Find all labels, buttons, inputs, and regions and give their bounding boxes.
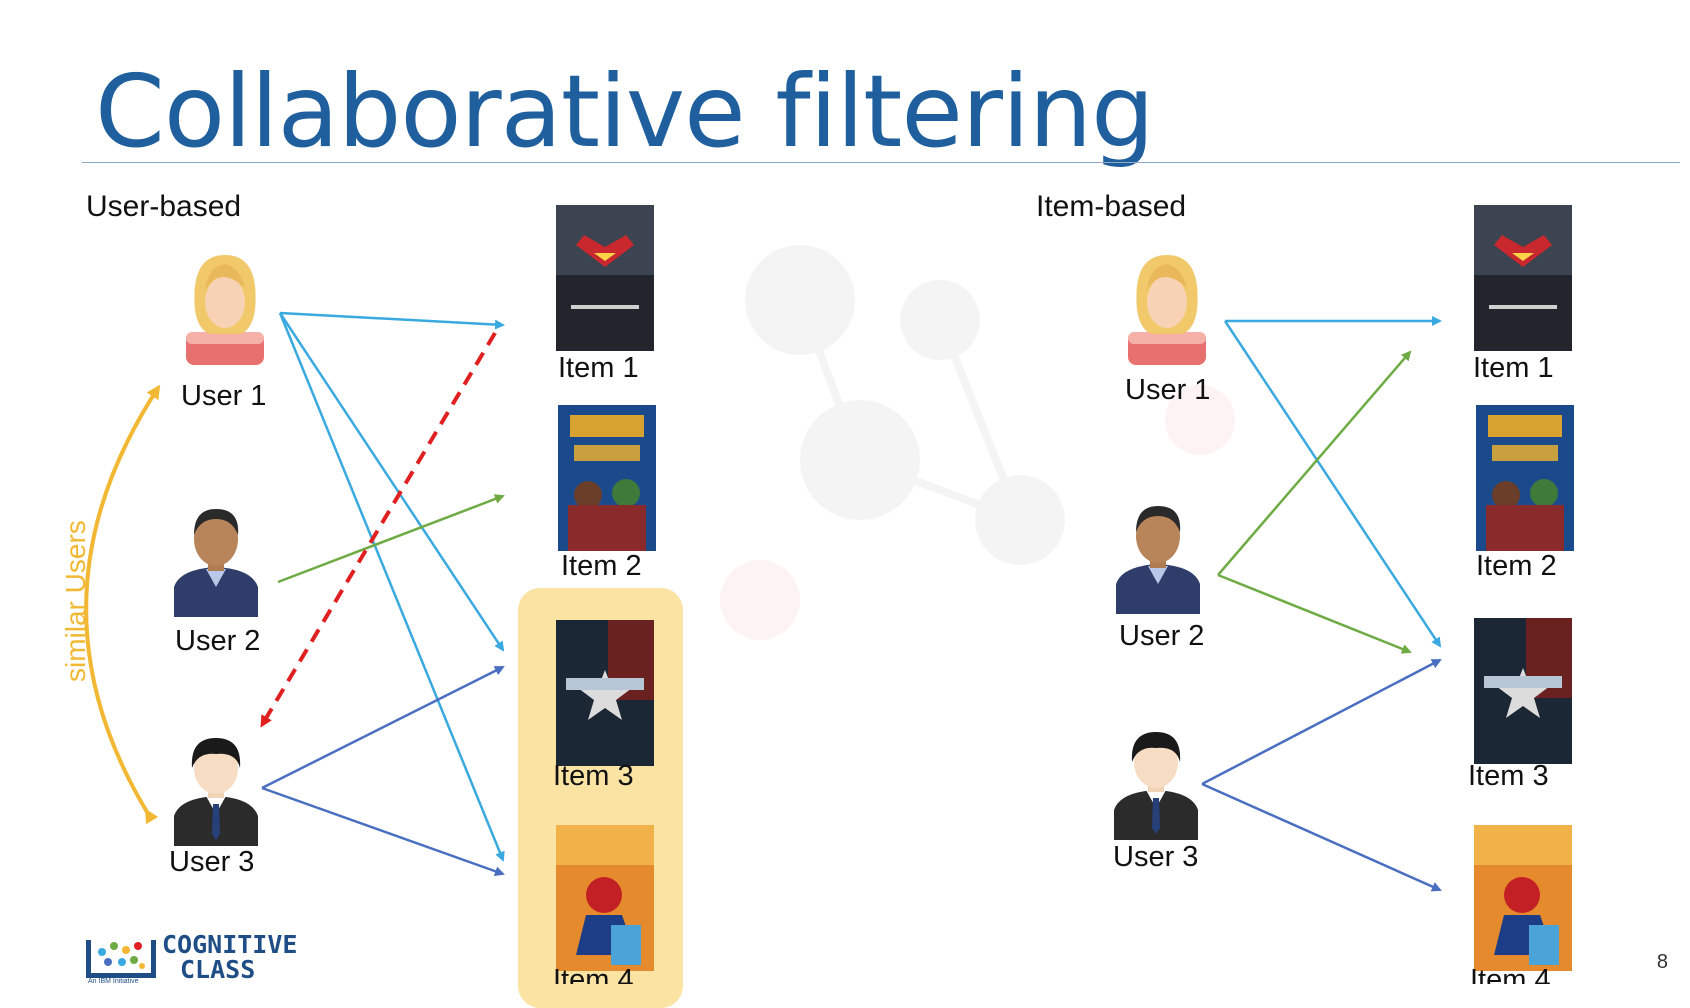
ib-item2-poster — [1476, 405, 1574, 551]
ub-user1-label: User 1 — [181, 380, 267, 412]
ib-user2-item1-arrow — [1217, 350, 1412, 576]
logo-line2: CLASS — [180, 955, 256, 984]
ub-user2-label: User 2 — [175, 625, 261, 657]
ib-item1-label: Item 1 — [1473, 352, 1554, 384]
ib-user3-businessman-avatar-icon — [1114, 732, 1198, 840]
ub-item4-poster — [556, 825, 654, 971]
ub-recommend-item1-to-user3-arrow — [260, 331, 497, 728]
slide: { "title": "Collaborative filtering", "u… — [0, 0, 1690, 1008]
ub-item1-label: Item 1 — [558, 352, 639, 384]
similar-users-label: similar Users — [60, 520, 91, 682]
ub-user1-item3-arrow — [278, 312, 505, 652]
ib-user3-item3-arrow — [1201, 658, 1442, 786]
logo-wordmark: COGNITIVE CLASS — [162, 932, 297, 982]
ib-user2-label: User 2 — [1119, 620, 1205, 652]
ub-user1-item1-arrow — [279, 311, 505, 330]
ub-user1-item4-arrow — [278, 312, 505, 862]
user2-man-avatar-icon — [174, 509, 258, 617]
ub-item3-label: Item 3 — [553, 760, 634, 792]
ib-user3-item4-arrow — [1201, 782, 1442, 892]
ub-item2-poster — [558, 405, 656, 551]
ub-item2-label: Item 2 — [561, 550, 642, 582]
similar-users-arrow — [84, 384, 161, 825]
ib-item1-poster — [1474, 205, 1572, 351]
ib-item3-poster — [1474, 618, 1572, 764]
user3-businessman-avatar-icon — [174, 738, 258, 846]
ib-user1-woman-avatar-icon — [1128, 255, 1206, 365]
ub-item4-label: Item 4 — [553, 964, 634, 984]
ib-user2-man-avatar-icon — [1116, 506, 1200, 614]
ib-user3-label: User 3 — [1113, 841, 1199, 873]
ub-item1-poster — [556, 205, 654, 351]
ib-user2-item3-arrow — [1217, 573, 1412, 654]
ub-user2-item2-arrow — [277, 494, 505, 584]
ib-item2-label: Item 2 — [1476, 550, 1557, 582]
ib-item4-poster — [1474, 825, 1572, 971]
ub-user3-label: User 3 — [169, 846, 255, 878]
ib-user1-label: User 1 — [1125, 374, 1211, 406]
ib-item3-label: Item 3 — [1468, 760, 1549, 792]
ub-item3-poster — [556, 620, 654, 766]
cognitive-class-logo-icon — [86, 940, 156, 978]
ib-item4-label: Item 4 — [1470, 964, 1551, 984]
page-number: 8 — [1656, 951, 1668, 973]
ub-user3-item4-arrow — [261, 786, 505, 877]
logo-line1: COGNITIVE — [162, 930, 298, 959]
user1-woman-avatar-icon — [186, 255, 264, 365]
ib-user1-item3-arrow — [1223, 320, 1442, 648]
